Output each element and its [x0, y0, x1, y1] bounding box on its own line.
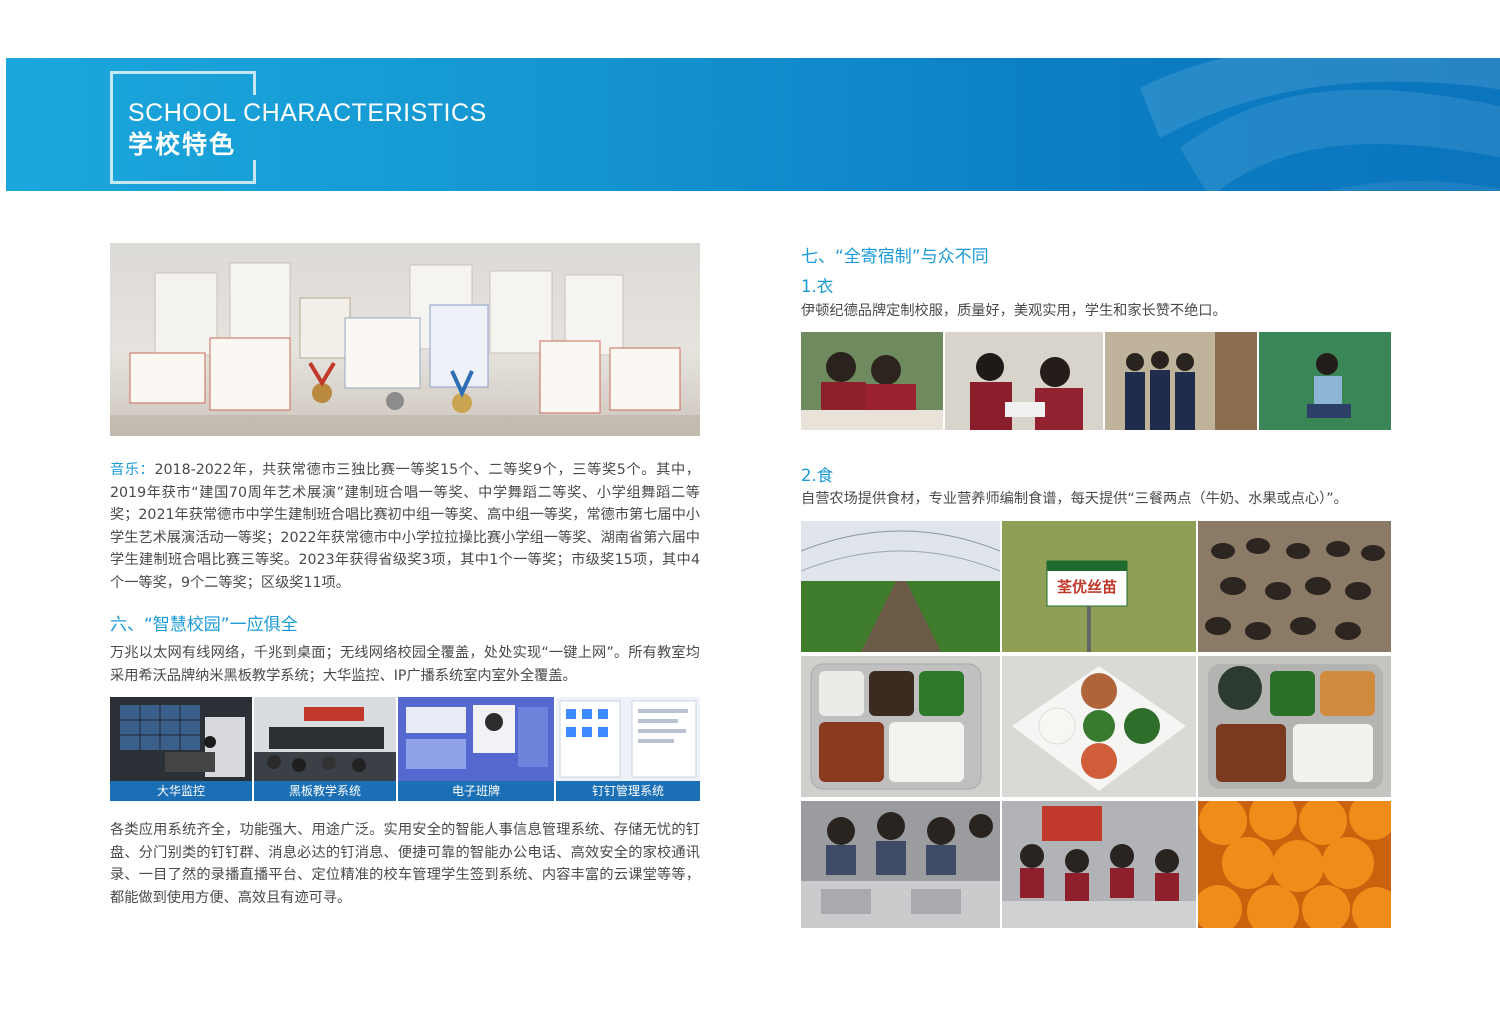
- oranges-photo: [1198, 801, 1391, 928]
- music-text: 2018-2022年，共获常德市三独比赛一等奖15个、二等奖9个，三等奖5个。其…: [110, 462, 700, 591]
- title-chinese: 学校特色: [128, 130, 237, 159]
- uniform-photo-3: [1105, 332, 1257, 430]
- caption-dingtalk: 钉钉管理系统: [556, 781, 700, 801]
- rice-sign-text: 荃优丝苗: [1056, 578, 1117, 596]
- title-english: SCHOOL CHARACTERISTICS: [128, 99, 487, 127]
- clothing-title: 1.衣: [801, 277, 834, 296]
- caption-class-board: 电子班牌: [398, 781, 554, 801]
- meal-tray-photo-2: [1198, 656, 1391, 797]
- canteen-photo-1: [801, 801, 1000, 928]
- meal-plate-photo: [1002, 656, 1196, 797]
- uniform-photo-2: [945, 332, 1103, 430]
- dingtalk-photo: 钉钉管理系统: [556, 697, 700, 801]
- smart-campus-outro: 各类应用系统齐全，功能强大、用途广泛。实用安全的智能人事信息管理系统、存储无忧的…: [110, 822, 700, 906]
- meal-tray-photo-1: [801, 656, 1000, 797]
- greenhouse-photo: [801, 521, 1000, 652]
- music-label: 音乐：: [110, 462, 155, 478]
- chickens-photo: [1198, 521, 1391, 652]
- awards-photo: [110, 243, 700, 436]
- clothing-text: 伊顿纪德品牌定制校服，质量好，美观实用，学生和家长赞不绝口。: [801, 303, 1227, 319]
- food-text: 自营农场提供食材，专业营养师编制食谱，每天提供“三餐两点（牛奶、水果或点心）”。: [801, 491, 1348, 507]
- canteen-photo-2: [1002, 801, 1196, 928]
- surveillance-photo: 大华监控: [110, 697, 252, 801]
- food-title: 2.食: [801, 466, 834, 485]
- caption-blackboard: 黑板教学系统: [254, 781, 396, 801]
- music-paragraph: 音乐：2018-2022年，共获常德市三独比赛一等奖15个、二等奖9个，三等奖5…: [110, 459, 700, 591]
- uniform-photo-1: [801, 332, 943, 430]
- blackboard-photo: 黑板教学系统: [254, 697, 396, 801]
- uniform-photo-4: [1259, 332, 1391, 430]
- rice-field-photo: 荃优丝苗: [1002, 521, 1196, 652]
- boarding-heading: 七、“全寄宿制”与众不同: [801, 247, 989, 267]
- smart-campus-heading: 六、“智慧校园”一应俱全: [110, 615, 298, 635]
- caption-surveillance: 大华监控: [110, 781, 252, 801]
- wave-decoration: [1140, 58, 1500, 191]
- class-board-photo: 电子班牌: [398, 697, 554, 801]
- smart-campus-intro: 万兆以太网有线网络，千兆到桌面；无线网络校园全覆盖，处处实现“一键上网”。所有教…: [110, 645, 700, 684]
